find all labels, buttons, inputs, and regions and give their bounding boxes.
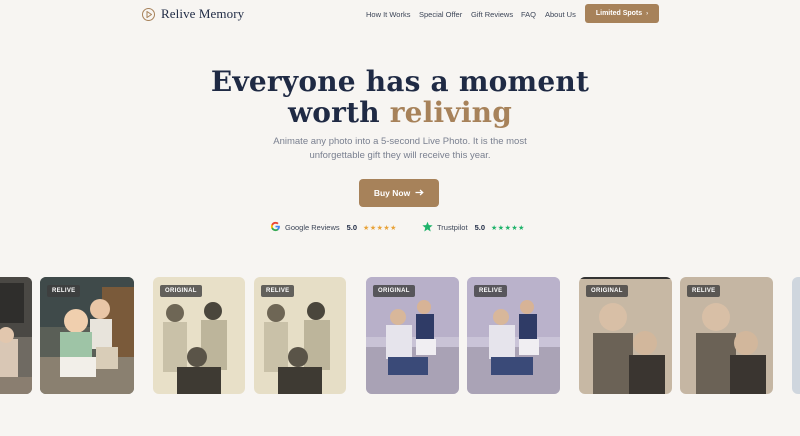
- trustpilot-reviews[interactable]: Trustpilot 5.0 ★★★★★: [422, 221, 525, 234]
- gallery-card-relive-7[interactable]: RELIVE: [680, 277, 773, 394]
- trustpilot-label: Trustpilot: [437, 223, 468, 232]
- relive-badge: RELIVE: [47, 285, 81, 297]
- trustpilot-stars: ★★★★★: [491, 224, 525, 232]
- google-icon: [270, 221, 281, 234]
- chevron-right-icon: ›: [646, 10, 649, 17]
- relive-badge: RELIVE: [474, 285, 508, 297]
- relive-badge: RELIVE: [687, 285, 721, 297]
- brand-logo[interactable]: Relive Memory: [142, 6, 244, 22]
- nav-special-offer[interactable]: Special Offer: [419, 10, 462, 19]
- hero-title-accent: reliving: [389, 96, 513, 129]
- trustpilot-star-icon: [422, 221, 433, 234]
- brand-name: Relive Memory: [161, 6, 245, 21]
- photo-gallery: RELIVE ORIGINAL RELIVE ORIGINAL RELIVE O…: [0, 277, 800, 395]
- nav-how-it-works[interactable]: How It Works: [366, 10, 410, 19]
- gallery-card-relive-1[interactable]: RELIVE: [40, 277, 134, 394]
- gallery-card-original-2[interactable]: ORIGINAL: [153, 277, 245, 394]
- gallery-card-relive-3[interactable]: RELIVE: [254, 277, 346, 394]
- hero-subtitle-line1: Animate any photo into a 5-second Live P…: [273, 136, 527, 147]
- original-badge: ORIGINAL: [586, 285, 628, 297]
- google-reviews[interactable]: Google Reviews 5.0 ★★★★★: [270, 221, 397, 234]
- hero-subtitle: Animate any photo into a 5-second Live P…: [250, 135, 550, 163]
- relive-badge: RELIVE: [261, 285, 295, 297]
- google-stars: ★★★★★: [363, 224, 397, 232]
- limited-spots-label: Limited Spots: [595, 10, 643, 17]
- hero-title-line1: Everyone has a moment: [210, 65, 590, 98]
- google-reviews-label: Google Reviews: [285, 223, 340, 232]
- buy-now-label: Buy Now: [373, 188, 411, 198]
- gallery-card-relive-5[interactable]: RELIVE: [467, 277, 560, 394]
- gallery-card-original-6[interactable]: ORIGINAL: [579, 277, 672, 394]
- page-bottom: [0, 400, 800, 436]
- gallery-card-original-4[interactable]: ORIGINAL: [366, 277, 459, 394]
- original-badge: ORIGINAL: [373, 285, 415, 297]
- original-badge: ORIGINAL: [160, 285, 202, 297]
- nav-faq[interactable]: FAQ: [521, 10, 536, 19]
- buy-now-button[interactable]: Buy Now: [359, 179, 439, 207]
- nav-about-us[interactable]: About Us: [545, 10, 576, 19]
- hero-title: Everyone has a moment worth reliving: [0, 66, 800, 128]
- nav-gift-reviews[interactable]: Gift Reviews: [471, 10, 513, 19]
- hero-subtitle-line2: unforgettable gift they will receive thi…: [309, 150, 491, 161]
- hero-title-line2: worth: [287, 96, 380, 129]
- gallery-card-partial-right[interactable]: [792, 277, 800, 394]
- google-score: 5.0: [346, 223, 358, 232]
- site-header: Relive Memory How It Works Special Offer…: [0, 0, 800, 28]
- gallery-card-partial-left[interactable]: [0, 277, 32, 394]
- arrow-right-icon: [415, 188, 424, 198]
- reviews-row: Google Reviews 5.0 ★★★★★ Trustpilot 5.0 …: [0, 221, 800, 235]
- play-circle-icon: [142, 7, 155, 21]
- trustpilot-score: 5.0: [474, 223, 486, 232]
- limited-spots-button[interactable]: Limited Spots ›: [585, 4, 659, 23]
